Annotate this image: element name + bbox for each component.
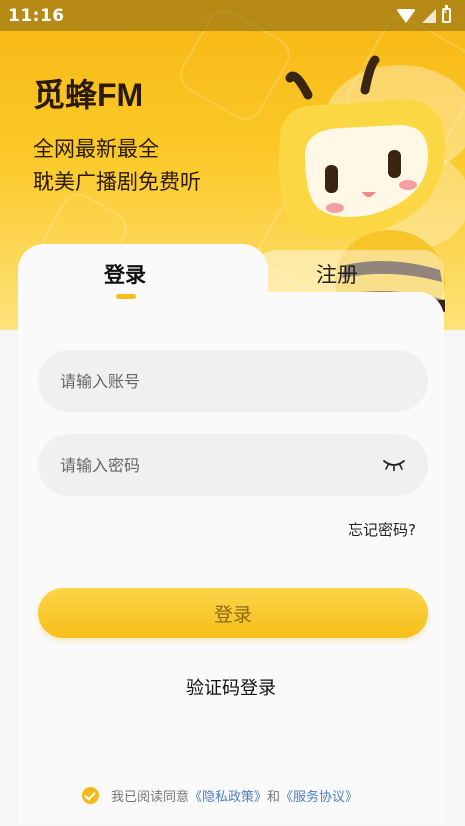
- app-title: 觅蜂FM: [33, 77, 144, 113]
- login-button[interactable]: 登录: [38, 588, 428, 638]
- password-input[interactable]: [60, 455, 382, 475]
- active-tab-indicator: [116, 294, 136, 299]
- account-input[interactable]: [60, 371, 406, 391]
- tab-login[interactable]: 登录: [104, 259, 146, 289]
- bee-eye: [388, 150, 401, 178]
- bee-eye: [325, 165, 338, 193]
- account-field[interactable]: [38, 350, 428, 412]
- bee-cheek: [326, 203, 344, 213]
- agreement-conjunction: 和: [267, 790, 281, 805]
- login-card: 登录 注册 忘记密码? 登录 验证码登录: [18, 244, 444, 824]
- agreement-text: 我已阅读同意《隐私政策》和《服务协议》: [111, 786, 358, 805]
- forgot-password-link[interactable]: 忘记密码?: [348, 519, 416, 540]
- sms-login-link[interactable]: 验证码登录: [18, 674, 444, 700]
- status-time: 11:16: [8, 5, 65, 26]
- tagline-line1: 全网最新最全: [33, 137, 159, 161]
- battery-icon: [442, 5, 451, 23]
- tagline-line2: 耽美广播剧免费听: [33, 170, 201, 194]
- status-bar: 11:16: [0, 0, 465, 31]
- password-field[interactable]: [38, 434, 428, 496]
- eye-closed-icon[interactable]: [382, 458, 406, 472]
- service-agreement-link[interactable]: 《服务协议》: [280, 790, 358, 805]
- signal-icon: [422, 8, 436, 23]
- agreement-prefix: 我已阅读同意: [111, 790, 190, 805]
- privacy-policy-link[interactable]: 《隐私政策》: [189, 790, 267, 805]
- status-icons: [396, 5, 451, 23]
- wifi-icon: [396, 8, 416, 23]
- bee-cheek: [399, 180, 417, 190]
- tab-register[interactable]: 注册: [316, 259, 358, 289]
- bee-antenna: [285, 71, 313, 100]
- check-icon[interactable]: [82, 787, 99, 804]
- agreement-row: 我已阅读同意《隐私政策》和《服务协议》: [82, 786, 358, 805]
